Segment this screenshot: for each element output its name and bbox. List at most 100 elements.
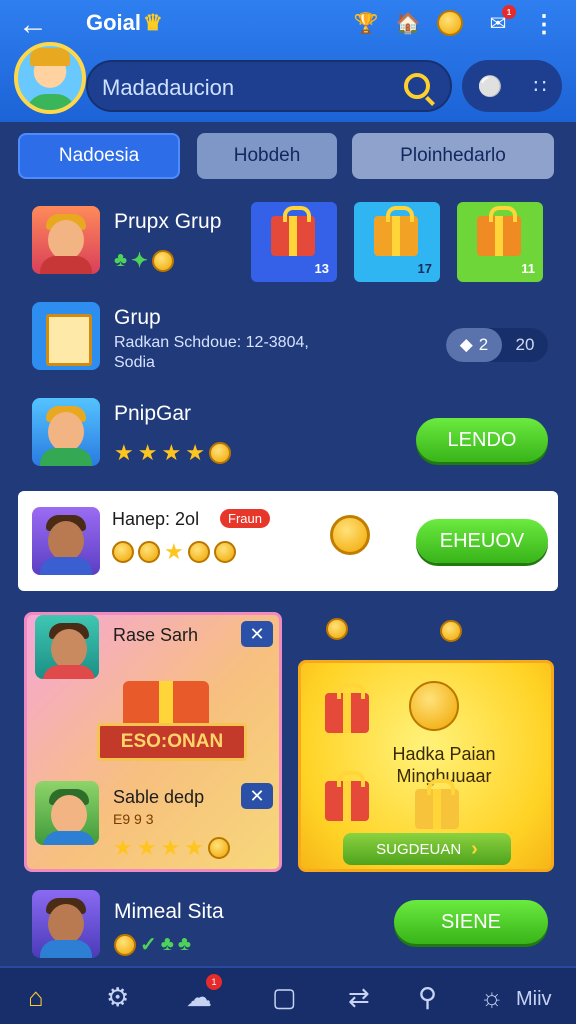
star-icon: ★: [185, 440, 205, 465]
coin-icon: [207, 837, 230, 859]
coin-icon: [138, 541, 160, 563]
chat-icon[interactable]: ☁ 1: [186, 974, 222, 1013]
toggle-on[interactable]: ◆ 2: [446, 328, 502, 362]
toggle-on-value: 2: [478, 335, 489, 354]
promo-card-left[interactable]: Rase Sarh ✕ ESO:ONAN Sable dedp ✕ E9 9 3…: [24, 612, 282, 872]
star-rating: ★ ★ ★ ★: [114, 442, 231, 464]
avatar[interactable]: [32, 206, 100, 274]
coin-stack: ★: [112, 541, 236, 563]
gift-count: 13: [314, 261, 329, 276]
avatar[interactable]: [32, 398, 100, 466]
coin-icon: [330, 515, 370, 555]
bottom-nav: ⌂ ⚙ ☁ 1 ▢ ⇄ ⚲ ☼ Miiv: [0, 966, 576, 1024]
gift-count: 11: [521, 261, 535, 276]
globe-icon[interactable]: ☼: [480, 982, 504, 1013]
more-menu-icon[interactable]: ⋮: [532, 10, 556, 39]
profile-avatar[interactable]: [14, 42, 86, 114]
coin-icon: [440, 620, 462, 642]
close-icon[interactable]: ✕: [241, 783, 273, 809]
reward-icons: ✓ ♣ ♣: [114, 932, 191, 957]
app-title: Goial♛: [86, 10, 163, 36]
eheuov-button[interactable]: EHEUOV: [416, 519, 548, 563]
siene-button[interactable]: SIENE: [394, 900, 548, 944]
coin-icon: [409, 681, 459, 731]
coin-icon: [112, 541, 134, 563]
filter-pill[interactable]: ⚪ ∷: [462, 60, 562, 112]
star-icon: ★: [184, 835, 204, 860]
trophy-icon[interactable]: 🏆: [352, 9, 380, 37]
crown-icon: ♛: [143, 10, 163, 35]
status-badge: Fraun: [220, 509, 270, 528]
gift-card[interactable]: 17: [354, 202, 440, 282]
avatar: [32, 507, 100, 575]
coin-icon[interactable]: [436, 9, 464, 37]
search-icon[interactable]: ⚲: [418, 982, 437, 1013]
promo-card-right[interactable]: Hadka Paian Minghuuaar SUGDEUAN ›: [298, 660, 554, 872]
gift-card[interactable]: 13: [251, 202, 337, 282]
search-icon[interactable]: [404, 73, 430, 99]
coin-icon: [213, 541, 236, 563]
tab-nadoesia[interactable]: Nadoesia: [18, 133, 180, 179]
coin-icon: [151, 249, 174, 272]
search-bar[interactable]: Madadaucion: [86, 60, 452, 112]
user-icon[interactable]: ⚪: [478, 74, 503, 99]
document-icon: [32, 302, 100, 370]
tag-icon: ◆: [459, 335, 473, 354]
row-subtitle: Radkan Schdoue: 12-3804,: [114, 334, 309, 351]
grid-icon[interactable]: ∷: [534, 74, 547, 99]
row-title: PnipGar: [114, 402, 192, 425]
square-icon[interactable]: ▢: [272, 982, 297, 1013]
avatar: [35, 781, 99, 845]
star-icon: ★: [137, 440, 158, 465]
gift-icon: [319, 683, 375, 739]
settings-icon[interactable]: ⚙: [106, 982, 129, 1013]
row-subtitle: Sodia: [114, 354, 155, 371]
avatar[interactable]: [32, 890, 100, 958]
notification-badge: 1: [206, 974, 222, 990]
highlight-card[interactable]: Hanep: 2ol Fraun ★ EHEUOV: [18, 491, 558, 591]
promo-name: Sable dedp: [113, 787, 205, 807]
gift-icon: [477, 206, 521, 256]
gift-count: 17: [417, 261, 432, 276]
coin-icon: [114, 933, 136, 956]
mail-icon[interactable]: ✉ 1: [484, 5, 516, 37]
key-icon: [326, 618, 348, 640]
star-icon: ★: [136, 835, 157, 860]
leaf-icon: ♣: [177, 933, 192, 955]
promo-ribbon: ESO:ONAN: [97, 723, 247, 761]
gift-card[interactable]: 11: [457, 202, 543, 282]
row-title: Mimeal Sita: [114, 900, 224, 923]
app-title-text: Goial: [86, 10, 142, 35]
top-bar: ← Goial♛ 🏆 🏠 ✉ 1 ⋮ Madadaucion ⚪ ∷: [0, 0, 576, 122]
tab-hobdeh[interactable]: Hobdeh: [197, 133, 337, 179]
cta-label: SUGDEUAN: [376, 840, 462, 858]
count-toggle[interactable]: ◆ 2 20: [446, 328, 548, 362]
search-input[interactable]: Madadaucion: [102, 75, 234, 101]
leaf-icon: ✦: [131, 250, 148, 272]
close-icon[interactable]: ✕: [241, 621, 273, 647]
star-icon: ★: [164, 539, 184, 564]
promo-name: Rase Sarh: [113, 625, 199, 645]
leaf-icon: ✓: [140, 934, 157, 956]
sugdeuan-button[interactable]: SUGDEUAN ›: [343, 833, 511, 865]
gift-icon: [374, 206, 418, 256]
toggle-off-value[interactable]: 20: [502, 335, 548, 355]
back-arrow-icon[interactable]: ←: [18, 8, 48, 42]
promo-sub: E9 9 3: [113, 811, 154, 827]
lendo-button[interactable]: LENDO: [416, 418, 548, 462]
shop-icon[interactable]: 🏠: [394, 9, 422, 37]
gift-icon: [271, 206, 315, 256]
home-icon[interactable]: ⌂: [28, 982, 44, 1013]
star-icon: ★: [114, 440, 134, 465]
leaf-icon: ♣: [160, 933, 174, 955]
gift-icon: [319, 771, 375, 827]
tab-ploinhedarlo[interactable]: Ploinhedarlo: [352, 133, 554, 179]
reward-icons: ♣ ✦: [114, 248, 174, 273]
gift-icon: [409, 779, 465, 835]
coin-icon: [187, 541, 210, 563]
swap-icon[interactable]: ⇄: [348, 982, 370, 1013]
leaf-icon: ♣: [114, 249, 128, 271]
nav-label[interactable]: Miiv: [516, 988, 552, 1011]
card-title: Hanep: 2ol: [112, 509, 200, 529]
star-rating: ★ ★ ★ ★: [113, 837, 230, 859]
